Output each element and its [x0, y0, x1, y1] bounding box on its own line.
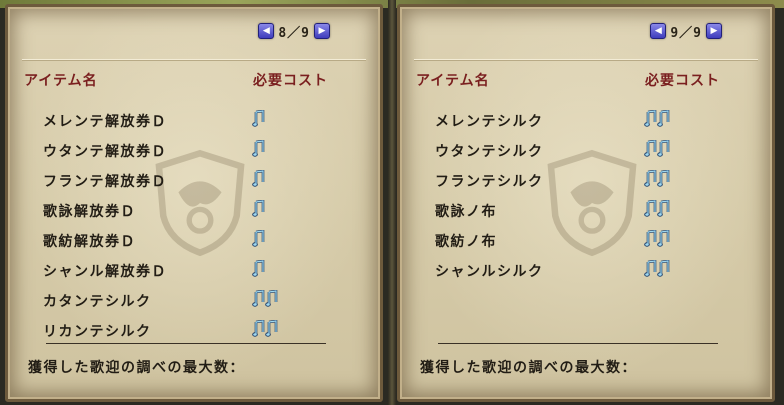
music-note-icon — [265, 320, 278, 337]
item-cost — [644, 200, 670, 218]
prev-page-icon[interactable]: ◀ — [650, 23, 667, 39]
item-name: フランテ解放券Ｄ — [43, 174, 167, 190]
header-divider — [414, 59, 758, 60]
item-cost — [644, 110, 670, 128]
item-row[interactable]: 歌詠解放券Ｄ — [8, 195, 380, 225]
item-cost — [252, 170, 265, 188]
item-name: メレンテ解放券Ｄ — [43, 114, 167, 130]
max-count-label: 獲得した歌迎の調べの最大数： — [420, 360, 637, 376]
music-note-icon — [644, 170, 657, 187]
music-note-icon — [252, 110, 265, 127]
item-list: メレンテシルク ウタンテシルク フランテシルク 歌詠ノ布歌紡ノ布シャンルシルク — [400, 105, 772, 285]
music-note-icon — [644, 110, 657, 127]
music-note-icon — [657, 140, 670, 157]
music-note-icon — [657, 230, 670, 247]
item-row[interactable]: カタンテシルク — [8, 285, 380, 315]
music-note-icon — [644, 200, 657, 217]
item-row[interactable]: フランテ解放券Ｄ — [8, 165, 380, 195]
music-note-icon — [657, 110, 670, 127]
music-note-icon — [657, 200, 670, 217]
item-name: 歌紡ノ布 — [435, 234, 497, 250]
item-row[interactable]: メレンテ解放券Ｄ — [8, 105, 380, 135]
item-name: フランテシルク — [435, 174, 544, 190]
music-note-icon — [252, 260, 265, 277]
item-name: メレンテシルク — [435, 114, 544, 130]
prev-page-icon[interactable]: ◀ — [258, 23, 275, 39]
item-cost — [252, 260, 265, 278]
item-row[interactable]: ウタンテ解放券Ｄ — [8, 135, 380, 165]
item-row[interactable]: 歌紡解放券Ｄ — [8, 225, 380, 255]
header-divider — [22, 59, 366, 60]
music-note-icon — [252, 200, 265, 217]
item-cost — [252, 290, 278, 308]
music-note-icon — [644, 230, 657, 247]
item-name: 歌詠ノ布 — [435, 204, 497, 220]
item-cost — [252, 320, 278, 338]
item-cost — [644, 230, 670, 248]
music-note-icon — [252, 320, 265, 337]
item-name: 歌紡解放券Ｄ — [43, 234, 136, 250]
music-note-icon — [252, 230, 265, 247]
item-cost — [252, 200, 265, 218]
item-name: ウタンテ解放券Ｄ — [43, 144, 167, 160]
item-row[interactable]: リカンテシルク — [8, 315, 380, 345]
music-note-icon — [252, 170, 265, 187]
page-number: 8／9 — [278, 25, 310, 41]
item-name: シャンル解放券Ｄ — [43, 264, 167, 280]
item-row[interactable]: 歌詠ノ布 — [400, 195, 772, 225]
item-cost — [252, 140, 265, 158]
item-name: リカンテシルク — [43, 324, 152, 340]
music-note-icon — [265, 290, 278, 307]
page-indicator: ◀ 8／9 ▶ — [258, 21, 330, 41]
item-row[interactable]: シャンル解放券Ｄ — [8, 255, 380, 285]
item-row[interactable]: 歌紡ノ布 — [400, 225, 772, 255]
item-cost — [644, 260, 670, 278]
item-name: カタンテシルク — [43, 294, 152, 310]
item-cost — [252, 230, 265, 248]
item-row[interactable]: フランテシルク — [400, 165, 772, 195]
page-number: 9／9 — [670, 25, 702, 41]
item-row[interactable]: シャンルシルク — [400, 255, 772, 285]
music-note-icon — [252, 290, 265, 307]
item-row[interactable]: ウタンテシルク — [400, 135, 772, 165]
music-note-icon — [644, 260, 657, 277]
footer-divider — [438, 343, 718, 344]
item-row[interactable]: メレンテシルク — [400, 105, 772, 135]
next-page-icon[interactable]: ▶ — [314, 23, 330, 39]
next-page-icon[interactable]: ▶ — [706, 23, 722, 39]
column-header-item-name: アイテム名 — [416, 73, 490, 89]
item-name: ウタンテシルク — [435, 144, 544, 160]
music-note-icon — [644, 140, 657, 157]
column-header-cost: 必要コスト — [253, 73, 328, 89]
item-list: メレンテ解放券Ｄ ウタンテ解放券Ｄ フランテ解放券Ｄ 歌詠解放券Ｄ 歌紡解放券Ｄ シャンル… — [8, 105, 380, 345]
music-note-icon — [657, 260, 670, 277]
max-count-label: 獲得した歌迎の調べの最大数： — [28, 360, 245, 376]
column-header-item-name: アイテム名 — [24, 73, 98, 89]
music-note-icon — [252, 140, 265, 157]
item-cost — [644, 170, 670, 188]
item-cost-panel-right: ◀ 9／9 ▶ アイテム名 必要コスト メレンテシルク ウタンテシルク フランテシル… — [397, 4, 775, 402]
item-name: 歌詠解放券Ｄ — [43, 204, 136, 220]
item-cost-panel-left: ◀ 8／9 ▶ アイテム名 必要コスト メレンテ解放券Ｄ ウタンテ解放券Ｄ フランテ… — [5, 4, 383, 402]
music-note-icon — [657, 170, 670, 187]
panel-divider — [388, 0, 396, 405]
item-cost — [252, 110, 265, 128]
footer-divider — [46, 343, 326, 344]
item-name: シャンルシルク — [435, 264, 544, 280]
page-indicator: ◀ 9／9 ▶ — [650, 21, 722, 41]
column-header-cost: 必要コスト — [645, 73, 720, 89]
item-cost — [644, 140, 670, 158]
